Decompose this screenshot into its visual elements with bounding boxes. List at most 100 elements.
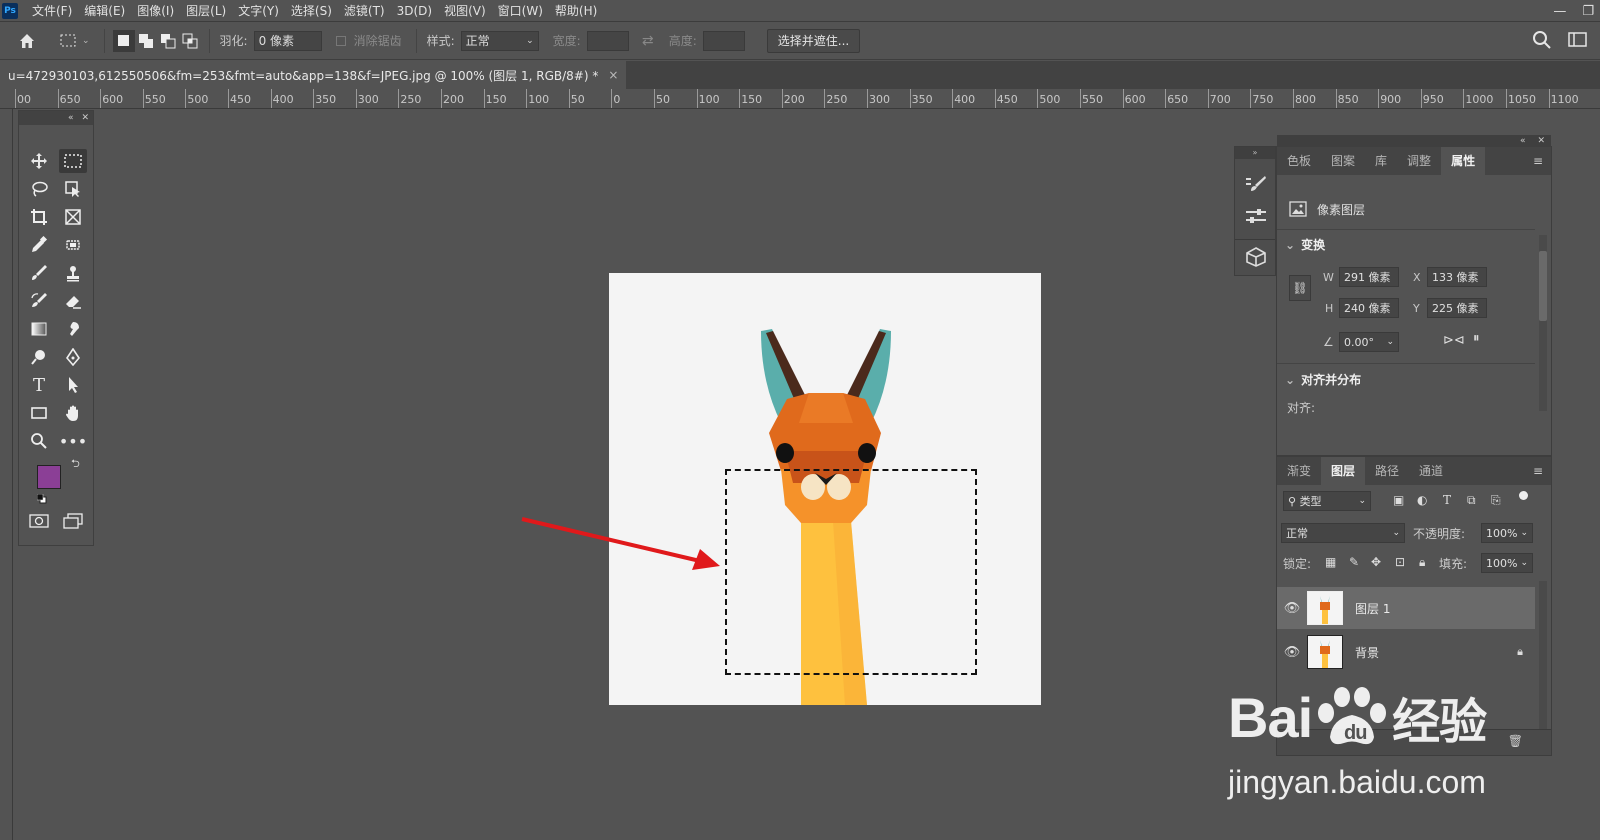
menu-view[interactable]: 视图(V) <box>438 0 492 22</box>
swap-colors-icon[interactable]: ⮌ <box>71 455 80 474</box>
chevron-down-icon[interactable]: ⌄ <box>82 36 90 46</box>
dodge-tool-icon[interactable] <box>25 345 53 369</box>
3d-cube-icon[interactable] <box>1245 247 1267 270</box>
menu-image[interactable]: 图像(I) <box>131 0 180 22</box>
menu-layer[interactable]: 图层(L) <box>180 0 232 22</box>
transform-section-title[interactable]: ⌄ 变换 <box>1285 236 1325 253</box>
new-selection-icon[interactable] <box>112 29 135 52</box>
move-tool-icon[interactable] <box>25 149 53 173</box>
tab-channels[interactable]: 通道 <box>1409 457 1453 485</box>
height-input[interactable] <box>702 30 745 51</box>
blend-mode-select[interactable]: 正常 ⌄ <box>1281 523 1405 543</box>
clone-stamp-tool-icon[interactable] <box>59 261 87 285</box>
crop-tool-icon[interactable] <box>25 205 53 229</box>
intersect-selection-icon[interactable] <box>179 30 201 52</box>
smudge-tool-icon[interactable] <box>59 317 87 341</box>
select-and-mask-button[interactable]: 选择并遮住... <box>766 28 861 53</box>
menu-select[interactable]: 选择(S) <box>285 0 338 22</box>
width-field[interactable]: 291 像素 <box>1339 267 1399 287</box>
restore-icon[interactable]: ❐ <box>1582 4 1594 19</box>
style-select[interactable]: 正常 ⌄ <box>460 30 539 51</box>
adjustments-sliders-icon[interactable] <box>1245 207 1267 228</box>
collapse-icon[interactable]: « <box>1520 135 1526 147</box>
layer-name[interactable]: 图层 1 <box>1355 600 1390 617</box>
workspace-icon[interactable] <box>1568 31 1588 52</box>
type-tool-icon[interactable]: T <box>25 373 53 397</box>
filter-type-icon[interactable]: T <box>1443 493 1451 507</box>
more-tools-icon[interactable]: ••• <box>59 429 87 453</box>
layer-name[interactable]: 背景 <box>1355 644 1379 661</box>
lock-position-icon[interactable]: ✥ <box>1371 555 1381 569</box>
layer-filter-select[interactable]: ⚲ 类型 ⌄ <box>1283 491 1371 511</box>
filter-toggle-icon[interactable] <box>1519 491 1528 500</box>
close-tab-icon[interactable]: × <box>608 68 618 82</box>
lock-pixels-icon[interactable]: ✎ <box>1349 555 1359 569</box>
history-brush-tool-icon[interactable] <box>25 289 53 313</box>
visibility-eye-icon[interactable]: 👁︎ <box>1277 645 1307 660</box>
minimize-icon[interactable]: — <box>1553 4 1566 19</box>
eyedropper-tool-icon[interactable] <box>25 233 53 257</box>
brush-settings-icon[interactable] <box>1245 175 1267 196</box>
panel-menu-icon[interactable]: ≡ <box>1533 464 1543 478</box>
lock-artboard-icon[interactable]: ⊡ <box>1395 555 1405 569</box>
dock-expand-icon[interactable]: » <box>1235 147 1275 159</box>
quick-mask-icon[interactable] <box>25 509 53 533</box>
hand-tool-icon[interactable] <box>59 401 87 425</box>
menu-type[interactable]: 文字(Y) <box>232 0 285 22</box>
panel-menu-icon[interactable]: ≡ <box>1533 154 1543 168</box>
menu-3d[interactable]: 3D(D) <box>391 0 438 22</box>
rect-marquee-preset-icon[interactable] <box>56 28 82 54</box>
menu-window[interactable]: 窗口(W) <box>492 0 549 22</box>
tab-swatches[interactable]: 色板 <box>1277 147 1321 175</box>
scrollbar-thumb[interactable] <box>1539 251 1547 321</box>
path-selection-tool-icon[interactable] <box>59 373 87 397</box>
visibility-eye-icon[interactable]: 👁︎ <box>1277 601 1307 616</box>
filter-shape-icon[interactable]: ⧉ <box>1467 493 1476 508</box>
menu-file[interactable]: 文件(F) <box>26 0 78 22</box>
close-icon[interactable]: ✕ <box>1537 135 1545 147</box>
pen-tool-icon[interactable] <box>59 345 87 369</box>
document-tab[interactable]: u=472930103,612550506&fm=253&fmt=auto&ap… <box>0 61 627 89</box>
tab-layers[interactable]: 图层 <box>1321 457 1366 485</box>
flip-vertical-icon[interactable]: ⏸ <box>1473 331 1480 346</box>
rectangle-tool-icon[interactable] <box>25 401 53 425</box>
antialias-checkbox[interactable] <box>335 35 346 46</box>
layer-row[interactable]: 👁︎ 图层 1 <box>1277 587 1535 629</box>
filter-adjustment-icon[interactable]: ◐ <box>1417 493 1427 507</box>
delete-layer-icon[interactable]: 🗑︎ <box>1508 734 1523 748</box>
selection-marquee[interactable] <box>725 469 977 675</box>
eraser-tool-icon[interactable] <box>59 289 87 313</box>
tab-patterns[interactable]: 图案 <box>1321 147 1365 175</box>
foreground-color-swatch[interactable] <box>37 465 61 489</box>
filter-smart-object-icon[interactable]: ⎘ <box>1491 493 1501 508</box>
menu-help[interactable]: 帮助(H) <box>549 0 603 22</box>
height-field[interactable]: 240 像素 <box>1339 298 1399 318</box>
y-field[interactable]: 225 像素 <box>1427 298 1487 318</box>
menu-filter[interactable]: 滤镜(T) <box>338 0 391 22</box>
lock-all-icon[interactable]: 🔒︎ <box>1419 555 1425 570</box>
flip-horizontal-icon[interactable]: ⊳⊲ <box>1443 333 1465 348</box>
feather-input[interactable]: 0 像素 <box>253 30 322 51</box>
x-field[interactable]: 133 像素 <box>1427 267 1487 287</box>
gradient-tool-icon[interactable] <box>25 317 53 341</box>
rect-marquee-tool-icon[interactable] <box>59 149 87 173</box>
lock-transparent-icon[interactable]: ▦ <box>1325 555 1336 569</box>
opacity-field[interactable]: 100% ⌄ <box>1481 523 1533 543</box>
search-icon[interactable] <box>1532 30 1552 53</box>
collapse-icon[interactable]: « <box>68 111 74 125</box>
frame-tool-icon[interactable] <box>59 205 87 229</box>
zoom-tool-icon[interactable] <box>25 429 53 453</box>
tab-paths[interactable]: 路径 <box>1365 457 1409 485</box>
layer-row[interactable]: 👁︎ 背景 🔒︎ <box>1277 631 1535 673</box>
tab-libraries[interactable]: 库 <box>1365 147 1397 175</box>
fill-field[interactable]: 100% ⌄ <box>1481 553 1533 573</box>
align-section-title[interactable]: ⌄ 对齐并分布 <box>1285 371 1361 388</box>
tab-properties[interactable]: 属性 <box>1441 147 1486 175</box>
swap-icon[interactable]: ⇄ <box>635 28 661 54</box>
home-icon[interactable] <box>14 28 40 54</box>
brush-tool-icon[interactable] <box>25 261 53 285</box>
filter-pixel-icon[interactable]: ▣ <box>1393 493 1404 507</box>
properties-scrollbar[interactable] <box>1539 235 1547 411</box>
object-select-tool-icon[interactable] <box>59 177 87 201</box>
layers-scrollbar[interactable] <box>1539 581 1547 731</box>
